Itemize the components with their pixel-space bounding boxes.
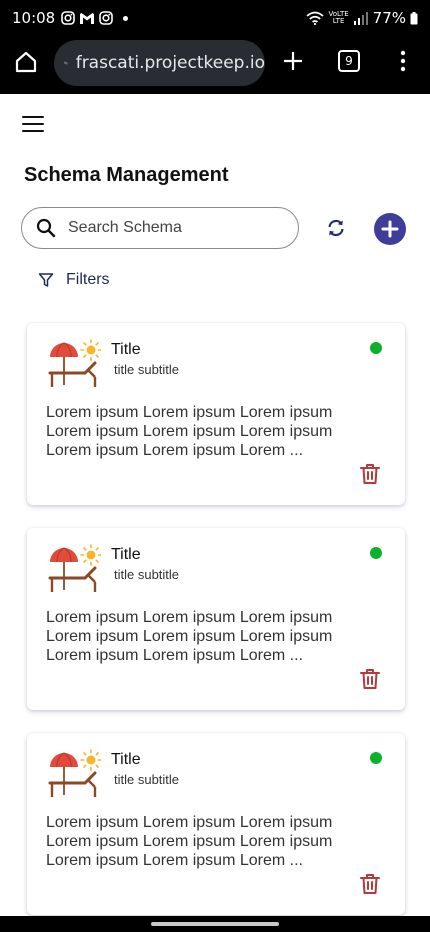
- beach-chair-umbrella-sun-icon: [48, 339, 101, 387]
- url-text[interactable]: frascati.projectkeep.io: [76, 53, 265, 73]
- search-box[interactable]: [21, 207, 299, 249]
- delete-trash-icon[interactable]: [360, 668, 380, 690]
- status-time: 10:08: [12, 9, 56, 27]
- refresh-icon[interactable]: [326, 218, 346, 238]
- wifi-icon: [306, 11, 325, 25]
- app-content: Schema Management Filters: [0, 94, 430, 916]
- card-description: Lorem ipsum Lorem ipsum Lorem ipsum Lore…: [46, 609, 333, 664]
- gmail-icon: [80, 12, 95, 24]
- plus-icon: [381, 220, 399, 238]
- status-bar: 10:08 VoLTE LTE 77%: [0, 0, 430, 36]
- card-title: Title: [111, 751, 141, 768]
- schema-card[interactable]: Title title subtitle Lorem ipsum Lorem i…: [27, 323, 405, 505]
- more-options-icon[interactable]: [398, 50, 408, 72]
- card-subtitle: title subtitle: [114, 567, 180, 582]
- schema-card[interactable]: Title title subtitle Lorem ipsum Lorem i…: [27, 733, 405, 915]
- home-gesture-handle[interactable]: [151, 922, 279, 926]
- new-tab-icon[interactable]: [282, 50, 304, 72]
- search-icon: [36, 218, 56, 238]
- browser-toolbar: frascati.projectkeep.io 9: [0, 36, 430, 94]
- schema-card[interactable]: Title title subtitle Lorem ipsum Lorem i…: [27, 528, 405, 710]
- card-subtitle: title subtitle: [114, 362, 180, 377]
- battery-icon: [410, 11, 418, 24]
- status-indicator: [370, 547, 382, 559]
- signal-icon: [353, 11, 368, 25]
- status-indicator: [370, 342, 382, 354]
- site-settings-icon[interactable]: [64, 54, 68, 72]
- filters-button[interactable]: Filters: [38, 271, 110, 289]
- search-input[interactable]: [68, 219, 268, 237]
- status-indicator: [370, 752, 382, 764]
- navigation-bar: [0, 916, 430, 932]
- address-bar[interactable]: frascati.projectkeep.io: [54, 40, 265, 86]
- beach-chair-umbrella-sun-icon: [48, 749, 101, 797]
- notification-icons: [61, 11, 129, 25]
- home-icon[interactable]: [14, 50, 38, 74]
- beach-chair-umbrella-sun-icon: [48, 544, 101, 592]
- battery-percent: 77%: [372, 9, 406, 27]
- filter-icon: [38, 273, 54, 287]
- instagram-icon: [99, 11, 114, 25]
- card-description: Lorem ipsum Lorem ipsum Lorem ipsum Lore…: [46, 404, 333, 459]
- volte-label: VoLTE LTE: [328, 10, 349, 25]
- filters-label: Filters: [66, 271, 110, 288]
- add-schema-button[interactable]: [374, 213, 406, 245]
- tab-switcher-button[interactable]: 9: [338, 50, 360, 72]
- delete-trash-icon[interactable]: [360, 873, 380, 895]
- instagram-icon: [61, 11, 76, 25]
- tab-count: 9: [345, 54, 353, 68]
- delete-trash-icon[interactable]: [360, 463, 380, 485]
- more-notifications-dot: [123, 15, 129, 21]
- page-title: Schema Management: [24, 164, 229, 186]
- card-subtitle: title subtitle: [114, 772, 180, 787]
- card-title: Title: [111, 546, 141, 563]
- hamburger-menu-icon[interactable]: [22, 116, 44, 132]
- card-title: Title: [111, 341, 141, 358]
- card-description: Lorem ipsum Lorem ipsum Lorem ipsum Lore…: [46, 814, 333, 869]
